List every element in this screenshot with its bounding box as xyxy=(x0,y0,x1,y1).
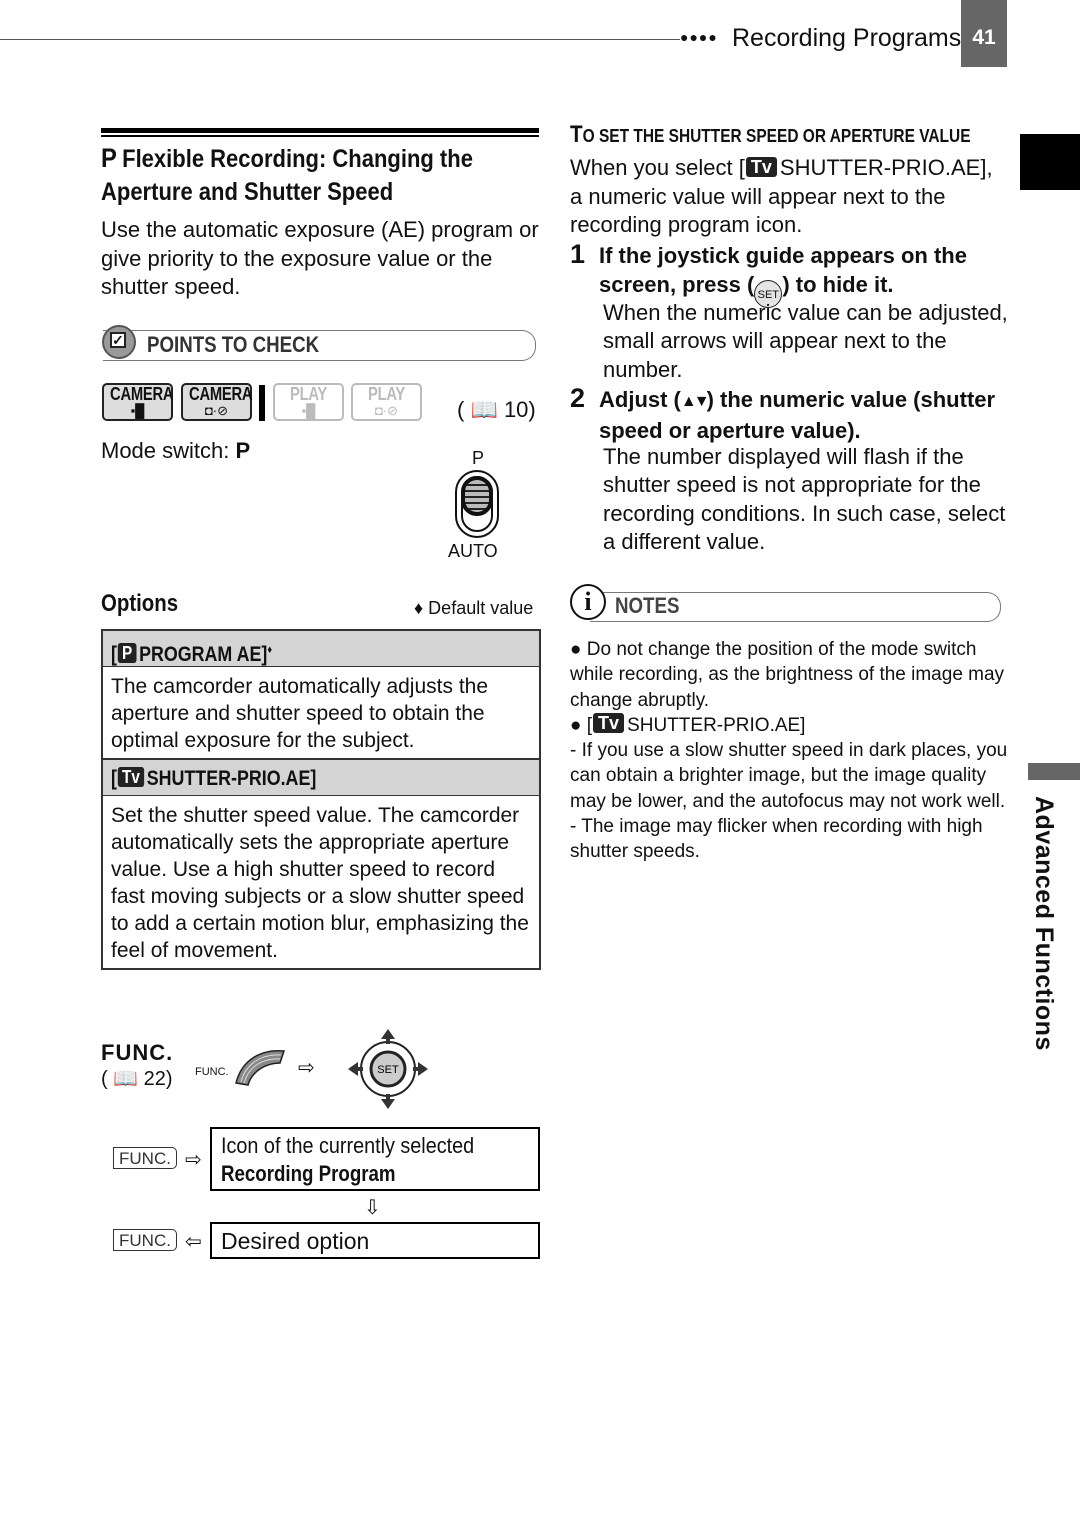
step-number: 1 xyxy=(570,239,586,269)
option-label: [P PROGRAM AE]♦ xyxy=(111,643,273,666)
mode-switch-value: P xyxy=(235,438,251,463)
photo-card-icon: ◘·⊘ xyxy=(204,403,229,418)
arrow-left-icon: ⇦ xyxy=(185,1231,202,1253)
arrow-right-icon: ⇨ xyxy=(185,1149,202,1171)
option-header-program-ae: [P PROGRAM AE]♦ xyxy=(103,631,539,667)
default-value-note: ♦ Default value xyxy=(414,598,534,618)
points-to-check-label: POINTS TO CHECK xyxy=(147,332,320,357)
option-description: The camcorder automatically adjusts the … xyxy=(103,667,539,760)
intro-text: Use the automatic exposure (AE) program … xyxy=(101,217,539,299)
info-icon: i xyxy=(570,584,606,620)
subheading-rest: O SET THE SHUTTER SPEED OR APERTURE VALU… xyxy=(582,126,971,146)
title-line-1: Flexible Recording: Changing the xyxy=(122,145,473,173)
page-reference: ( 📖 10) xyxy=(457,397,536,422)
mode-play-movie: PLAY ▪█ xyxy=(273,383,344,421)
movie-camera-icon: ▪█ xyxy=(130,403,145,418)
chapter-label: Advanced Functions xyxy=(1028,796,1058,1056)
step-heading-pre: Adjust ( xyxy=(599,387,681,412)
chapter-marker xyxy=(1020,134,1080,190)
subsection-intro: When you select [Tv SHUTTER-PRIO.AE], a n… xyxy=(570,154,1010,240)
mode-label: CAMERA xyxy=(110,384,174,404)
func-step-line2: Recording Program xyxy=(221,1161,396,1186)
movie-camera-icon: ▪█ xyxy=(301,403,316,418)
func-page-reference: ( 📖 22) xyxy=(101,1068,173,1090)
tv-icon: Tv xyxy=(593,712,625,733)
mode-label: PLAY xyxy=(367,384,406,404)
intro-pre: When you select [ xyxy=(570,155,745,180)
title-rule-thick xyxy=(101,128,539,133)
title-line-2: Aperture and Shutter Speed xyxy=(101,178,394,206)
arrow-right-icon: ⇨ xyxy=(298,1057,315,1079)
arrow-down-icon: ⇩ xyxy=(364,1197,381,1219)
title-rule-thin xyxy=(101,135,539,137)
chapter-label-text: Advanced Functions xyxy=(1030,796,1058,1051)
checkbox-icon: ✓ xyxy=(110,332,126,348)
options-heading: Options xyxy=(101,590,179,617)
func-dial-icon xyxy=(235,1050,286,1086)
switch-auto-label: AUTO xyxy=(448,541,498,561)
step-heading: Adjust (▲▼) the numeric value (shutter s… xyxy=(599,386,1019,445)
up-down-arrows-icon: ▲▼ xyxy=(680,393,710,410)
header-dots: ●●●● xyxy=(680,29,718,45)
notes-label: NOTES xyxy=(615,593,680,618)
program-p-icon: P xyxy=(117,643,137,663)
header-rule xyxy=(0,39,680,40)
note-sub-item: - The image may flicker when recording w… xyxy=(570,816,983,863)
note-item: ● Do not change the position of the mode… xyxy=(570,639,1005,711)
joystick-set-label: SET xyxy=(377,1064,399,1076)
page-title: P Flexible Recording: Changing the Apertu… xyxy=(101,142,541,209)
tv-icon: Tv xyxy=(745,157,777,177)
note-item-tv: ● [Tv SHUTTER-PRIO.AE] xyxy=(570,712,1010,738)
mode-camera-movie: CAMERA ▪█ xyxy=(102,383,174,421)
func-step-box: Icon of the currently selected Recording… xyxy=(210,1127,540,1191)
option-name: SHUTTER-PRIO.AE] xyxy=(146,767,317,790)
note-sub-item: - If you use a slow shutter speed in dar… xyxy=(570,740,1008,812)
func-step-line1: Icon of the currently selected xyxy=(221,1133,475,1158)
page-number: 41 xyxy=(961,0,1007,67)
switch-p-label: P xyxy=(472,448,485,468)
func-button-icon: FUNC. xyxy=(113,1147,177,1169)
func-button-icon: FUNC. xyxy=(113,1229,177,1251)
mode-switch-label: Mode switch: P xyxy=(101,438,250,464)
option-name: PROGRAM AE] xyxy=(139,643,268,666)
subheading-initial: T xyxy=(570,121,583,148)
chapter-bar xyxy=(1028,763,1080,780)
photo-card-icon: ◘·⊘ xyxy=(374,403,399,418)
mode-switch-text: Mode switch: xyxy=(101,438,236,463)
func-heading: FUNC. xyxy=(101,1040,174,1065)
joystick-icon: SET xyxy=(348,1029,428,1109)
step-heading-post: ) to hide it. xyxy=(782,271,894,297)
step-body: When the numeric value can be adjusted, … xyxy=(603,300,1008,382)
options-table: [P PROGRAM AE]♦ The camcorder automatical… xyxy=(101,629,541,970)
step-body: The number displayed will flash if the s… xyxy=(603,444,1006,554)
step-heading: If the joystick guide appears on the scr… xyxy=(599,242,1019,308)
note-tv-pre: ● [ xyxy=(570,714,593,736)
mode-switch-knob xyxy=(461,476,493,516)
step-number: 2 xyxy=(570,383,586,413)
option-description: Set the shutter speed value. The camcord… xyxy=(111,804,529,962)
note-tv-post: SHUTTER-PRIO.AE] xyxy=(627,714,806,736)
mode-separator xyxy=(259,385,265,421)
option-header-shutter-prio: [Tv SHUTTER-PRIO.AE] xyxy=(103,760,539,796)
option-label: [Tv SHUTTER-PRIO.AE] xyxy=(111,767,317,790)
mode-label: PLAY xyxy=(289,384,328,404)
mode-camera-photo: CAMERA ◘·⊘ xyxy=(181,383,253,421)
default-marker: ♦ xyxy=(267,644,273,656)
mode-play-photo: PLAY ◘·⊘ xyxy=(351,383,422,421)
program-p-icon: P xyxy=(101,143,117,173)
func-dial-label: FUNC. xyxy=(195,1066,229,1078)
desired-option-box: Desired option xyxy=(210,1222,540,1259)
mode-label: CAMERA xyxy=(189,384,253,404)
section-title: Recording Programs xyxy=(732,24,962,52)
subsection-heading: TO SET THE SHUTTER SPEED OR APERTURE VAL… xyxy=(570,121,971,149)
notes-body: ● Do not change the position of the mode… xyxy=(570,637,1010,865)
tv-icon: Tv xyxy=(117,767,145,787)
